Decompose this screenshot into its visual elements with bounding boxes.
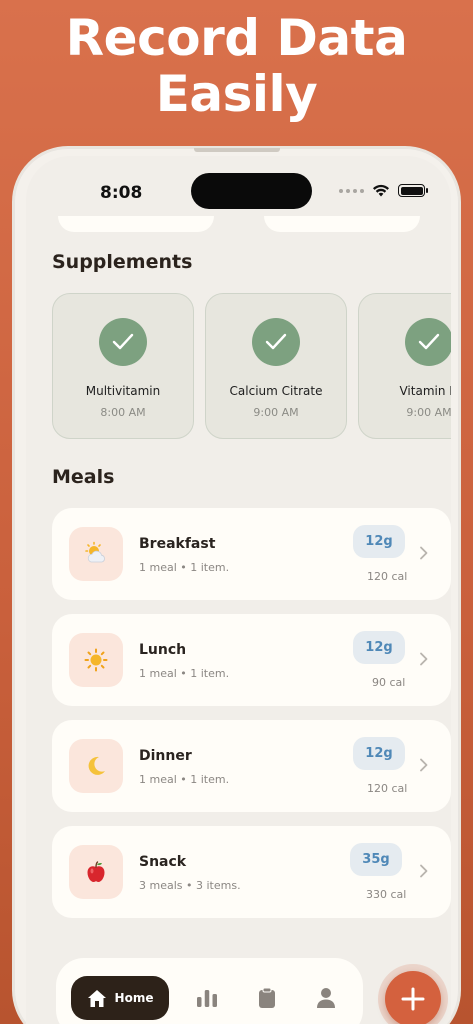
meal-summary: 1 meal • 1 item. — [139, 773, 230, 786]
supplement-card[interactable]: Vitamin D 9:00 AM — [358, 293, 451, 439]
status-time: 8:08 — [100, 183, 143, 203]
chevron-right-icon[interactable] — [419, 546, 429, 560]
promo-title-line1: Record Data — [65, 9, 408, 67]
supplement-name: Multivitamin — [85, 384, 161, 398]
check-icon[interactable] — [252, 318, 300, 366]
protein-badge: 35g — [350, 843, 402, 876]
tab-log[interactable] — [255, 986, 279, 1010]
supplement-name: Vitamin D — [399, 384, 451, 398]
protein-badge: 12g — [353, 737, 405, 770]
supplement-time: 9:00 AM — [253, 406, 299, 419]
tab-stats[interactable] — [195, 986, 219, 1010]
person-icon — [317, 988, 335, 1008]
supplement-card[interactable]: Calcium Citrate 9:00 AM — [205, 293, 347, 439]
tab-home[interactable]: Home — [71, 976, 169, 1020]
dynamic-island — [191, 173, 312, 209]
meal-summary: 1 meal • 1 item. — [139, 561, 230, 574]
promo-title: Record Data Easily — [0, 10, 473, 122]
meal-calories: 120 cal — [367, 782, 408, 795]
chevron-right-icon[interactable] — [419, 652, 429, 666]
status-icons — [339, 184, 428, 197]
sun-cloud-icon — [69, 527, 123, 581]
add-button[interactable] — [385, 971, 441, 1024]
promo-title-line2: Easily — [155, 65, 318, 123]
summary-card-peek — [264, 216, 420, 232]
tab-bar: Home — [56, 958, 363, 1024]
signal-icon — [339, 188, 364, 193]
meal-calories: 90 cal — [372, 676, 406, 689]
add-button-ring — [378, 964, 448, 1024]
meal-name: Breakfast — [139, 536, 216, 552]
supplement-name: Calcium Citrate — [229, 384, 323, 398]
meal-name: Lunch — [139, 642, 187, 658]
supplements-list[interactable]: Multivitamin 8:00 AM Calcium Citrate 9:0… — [52, 293, 451, 441]
summary-card-peek — [58, 216, 214, 232]
protein-badge: 12g — [353, 631, 405, 664]
meal-card-lunch[interactable]: Lunch 1 meal • 1 item. 12g 90 cal — [52, 614, 451, 706]
protein-badge: 12g — [353, 525, 405, 558]
meal-calories: 120 cal — [367, 570, 408, 583]
plus-icon — [401, 987, 425, 1011]
app-screen: 8:08 Supplements Multivitamin 8:00 AM Ca… — [26, 156, 451, 1024]
meal-card-dinner[interactable]: Dinner 1 meal • 1 item. 12g 120 cal — [52, 720, 451, 812]
chevron-right-icon[interactable] — [419, 864, 429, 878]
meal-name: Snack — [139, 854, 187, 870]
meal-calories: 330 cal — [366, 888, 407, 901]
meal-summary: 1 meal • 1 item. — [139, 667, 230, 680]
meal-summary: 3 meals • 3 items. — [139, 879, 241, 892]
tab-profile[interactable] — [314, 986, 338, 1010]
battery-icon — [398, 184, 428, 197]
wifi-icon — [373, 184, 389, 197]
phone-frame: 8:08 Supplements Multivitamin 8:00 AM Ca… — [12, 146, 461, 1024]
apple-icon — [69, 845, 123, 899]
meals-title: Meals — [52, 466, 115, 488]
meal-name: Dinner — [139, 748, 192, 764]
moon-icon — [69, 739, 123, 793]
home-icon — [87, 989, 106, 1007]
supplement-card[interactable]: Multivitamin 8:00 AM — [52, 293, 194, 439]
check-icon[interactable] — [99, 318, 147, 366]
chevron-right-icon[interactable] — [419, 758, 429, 772]
supplements-title: Supplements — [52, 251, 193, 273]
supplement-time: 8:00 AM — [100, 406, 146, 419]
supplement-time: 9:00 AM — [406, 406, 451, 419]
tab-home-label: Home — [114, 991, 154, 1005]
meal-card-breakfast[interactable]: Breakfast 1 meal • 1 item. 12g 120 cal — [52, 508, 451, 600]
check-icon[interactable] — [405, 318, 451, 366]
clipboard-icon — [259, 987, 275, 1008]
meal-card-snack[interactable]: Snack 3 meals • 3 items. 35g 330 cal — [52, 826, 451, 918]
sun-icon — [69, 633, 123, 687]
phone-speaker — [194, 148, 280, 152]
bar-chart-icon — [197, 990, 217, 1007]
